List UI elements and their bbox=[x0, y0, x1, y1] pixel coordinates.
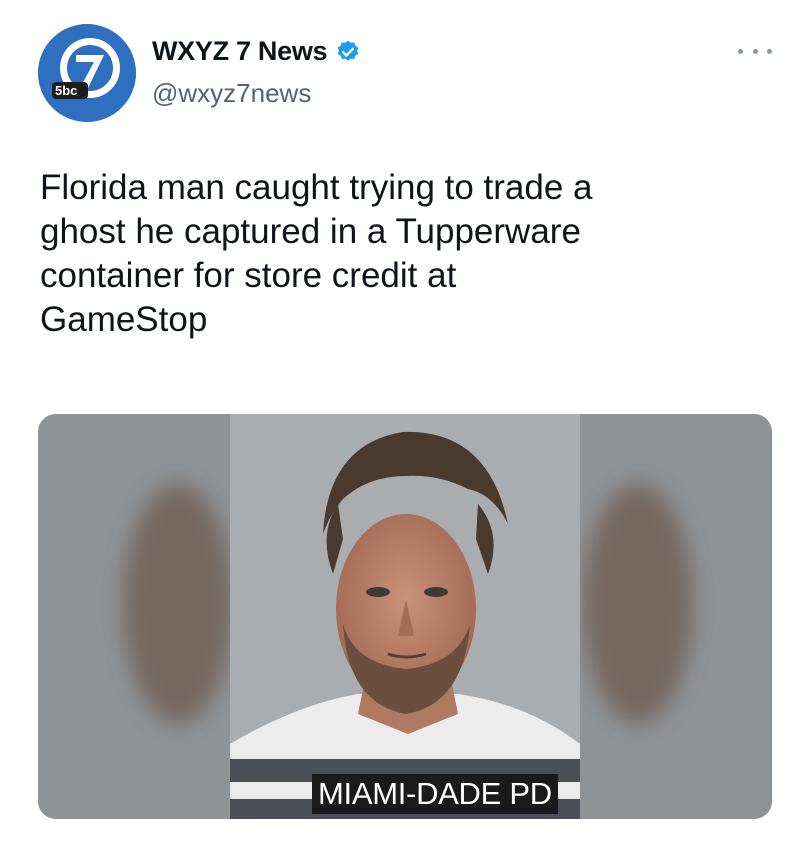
channel-7-logo-icon bbox=[38, 24, 136, 122]
tweet-text: Florida man caught trying to trade a gho… bbox=[40, 168, 593, 339]
photo-credit-caption: MIAMI-DADE PD bbox=[312, 774, 558, 814]
more-options-button[interactable] bbox=[738, 44, 772, 58]
avatar-badge-text: 5bc bbox=[55, 83, 78, 98]
tweet-media[interactable]: MIAMI-DADE PD bbox=[38, 414, 772, 819]
verified-badge-icon bbox=[337, 40, 359, 61]
account-name-row[interactable]: WXYZ 7 News bbox=[152, 36, 361, 67]
more-horizontal-icon bbox=[738, 48, 743, 54]
account-avatar[interactable]: 5bc bbox=[38, 24, 136, 122]
account-handle[interactable]: @wxyz7news bbox=[152, 78, 311, 109]
mugshot-photo bbox=[38, 414, 772, 819]
account-display-name[interactable]: WXYZ 7 News bbox=[152, 36, 328, 67]
